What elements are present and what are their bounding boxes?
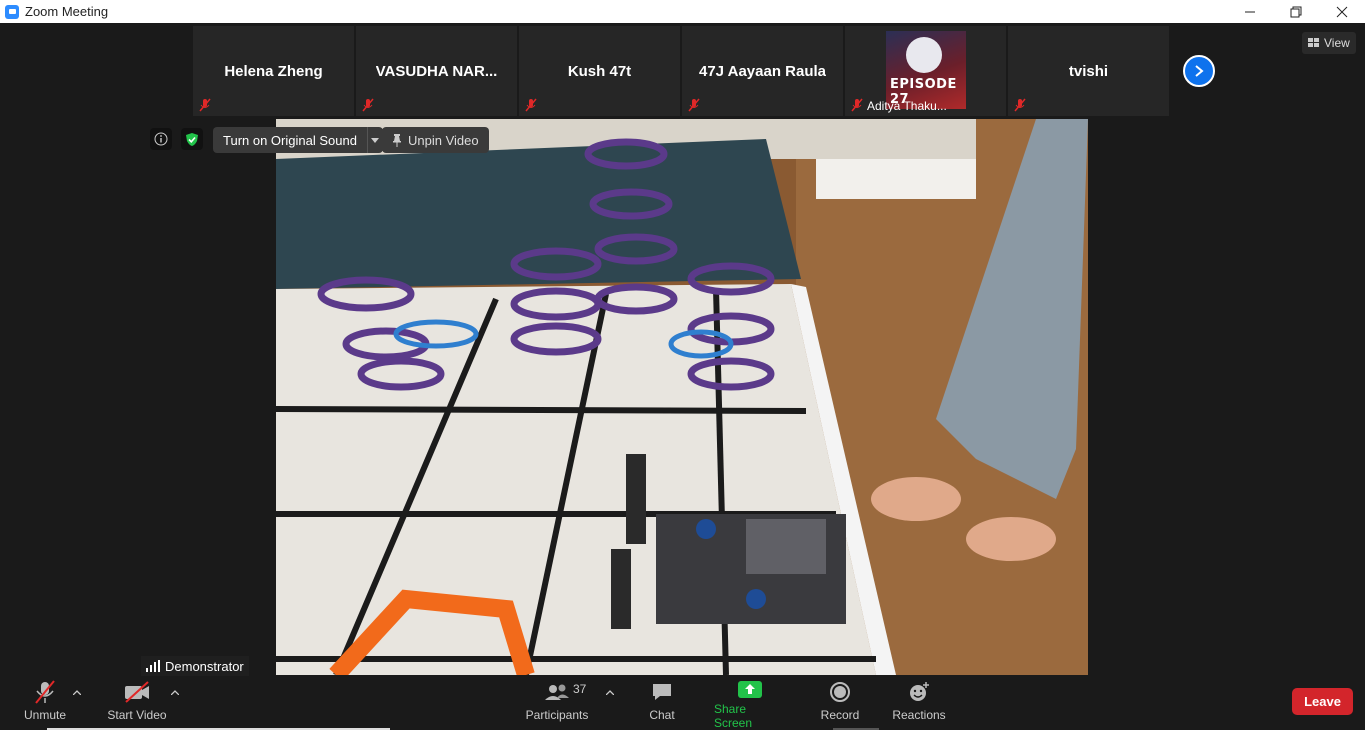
audio-options-caret[interactable] [72,686,82,698]
share-screen-button[interactable]: Share Screen [714,676,786,730]
muted-mic-icon [362,98,374,112]
leave-button[interactable]: Leave [1292,688,1353,715]
active-speaker-label: Demonstrator [141,656,249,676]
share-screen-icon [738,681,762,698]
original-sound-dropdown[interactable] [366,127,383,153]
participant-tile[interactable]: EPISODE 27 Aditya Thaku... [845,26,1006,116]
participant-strip: Helena Zheng VASUDHA NAR... Kush 47t 47J… [193,26,1169,116]
restore-icon [1290,6,1302,17]
view-label: View [1324,36,1350,50]
close-button[interactable] [1319,0,1365,23]
restore-button[interactable] [1273,0,1319,23]
participant-name: tvishi [1068,62,1109,80]
participant-tile[interactable]: Kush 47t [519,26,680,116]
unmute-button[interactable]: Unmute [20,676,70,730]
chevron-up-icon [605,690,615,696]
muted-mic-icon [199,98,211,112]
record-button[interactable]: Record [818,676,862,730]
unpin-video-label: Unpin Video [408,132,479,148]
video-off-icon [125,681,149,703]
original-sound-button[interactable]: Turn on Original Sound [213,133,367,148]
main-video [276,119,1088,675]
chevron-up-icon [170,690,180,696]
video-frame [276,119,1088,675]
video-options-caret[interactable] [170,686,180,698]
share-screen-label: Share Screen [714,702,753,730]
record-label: Record [820,708,860,722]
meeting-toolbar: Unmute Start Video Participants Chat Sha… [0,676,1365,730]
reactions-icon [910,682,929,701]
chat-icon [653,684,671,700]
participants-label: Participants [525,708,589,722]
pin-icon [393,133,401,147]
participant-tile[interactable]: tvishi [1008,26,1169,116]
window-title: Zoom Meeting [25,4,109,19]
start-video-label: Start Video [107,708,167,722]
title-bar: Zoom Meeting [0,0,1365,23]
shield-check-icon [186,132,198,146]
chevron-up-icon [72,690,82,696]
participant-tile[interactable]: VASUDHA NAR... [356,26,517,116]
muted-mic-icon [525,98,537,112]
chevron-right-icon [1195,65,1204,77]
encryption-button[interactable] [181,128,203,150]
participant-tile[interactable]: 47J Aayaan Raula [682,26,843,116]
participant-count: 37 [573,682,587,696]
info-icon [154,132,168,146]
chat-button[interactable]: Chat [646,676,678,730]
unpin-video-button[interactable]: Unpin Video [382,127,489,153]
minimize-icon [1245,11,1255,12]
minimize-button[interactable] [1227,0,1273,23]
muted-mic-icon [688,98,700,112]
participant-name: VASUDHA NAR... [375,62,498,80]
muted-mic-icon [1014,98,1026,112]
speaker-name: Demonstrator [165,658,244,674]
zoom-app-icon [5,4,19,19]
participants-options-caret[interactable] [605,686,615,698]
participant-name: 47J Aayaan Raula [698,62,827,80]
start-video-button[interactable]: Start Video [106,676,168,730]
participant-tile[interactable]: Helena Zheng [193,26,354,116]
reactions-label: Reactions [892,708,946,722]
chat-label: Chat [649,708,675,722]
muted-mic-icon [851,98,863,112]
grid-view-icon [1308,38,1319,47]
record-icon [830,682,850,702]
chevron-down-icon [371,137,380,143]
reactions-button[interactable]: Reactions [891,676,947,730]
meeting-info-button[interactable] [150,128,172,150]
participant-name: Kush 47t [567,62,632,80]
view-button[interactable]: View [1302,32,1356,54]
participant-avatar: EPISODE 27 [886,31,966,109]
close-icon [1336,6,1348,17]
signal-bars-icon [146,660,160,672]
muted-mic-icon [35,680,55,704]
participant-name: Aditya Thaku... [867,99,947,113]
unmute-label: Unmute [23,708,67,722]
next-page-button[interactable] [1183,55,1215,87]
participant-name: Helena Zheng [224,62,323,80]
original-sound-control: Turn on Original Sound [213,127,383,153]
participants-icon [545,684,569,700]
